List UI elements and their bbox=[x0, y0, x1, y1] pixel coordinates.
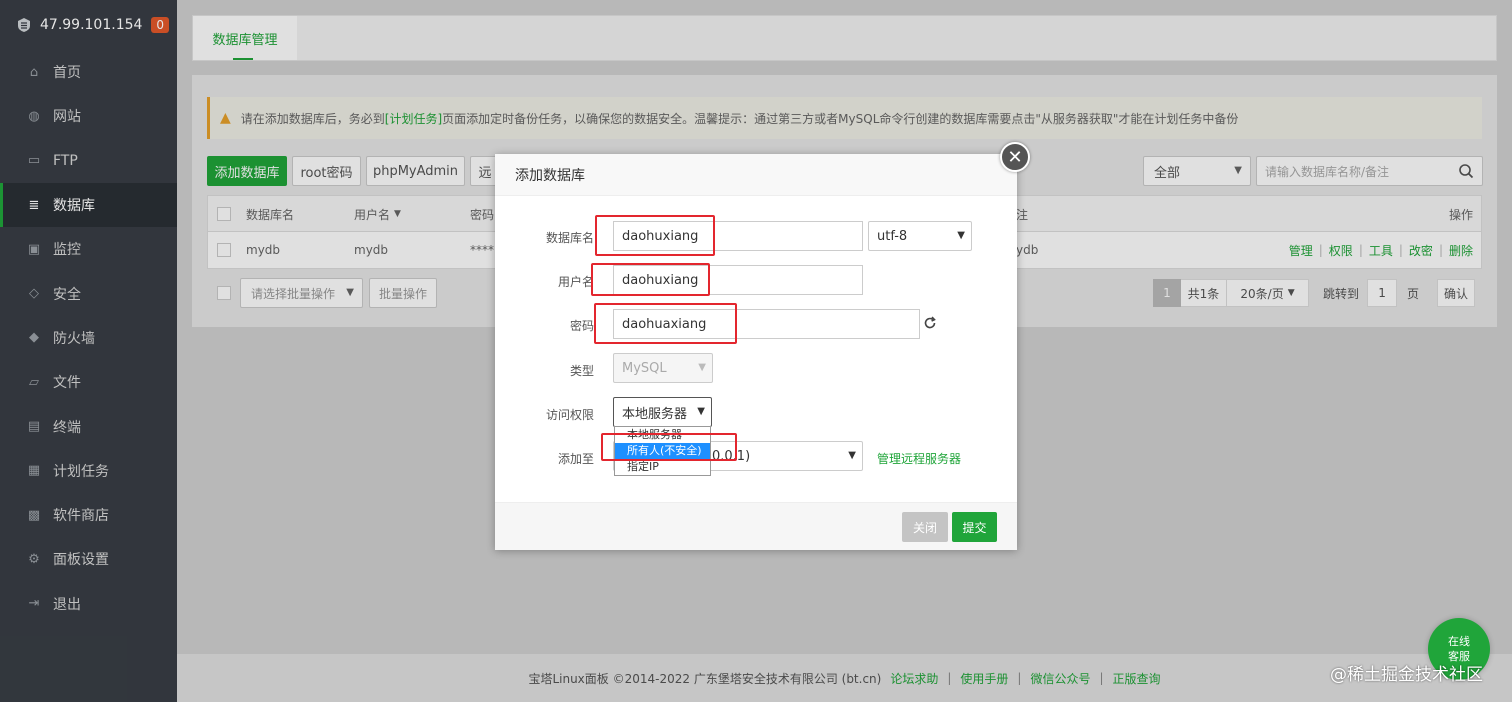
type-label: 类型 bbox=[569, 364, 594, 378]
charset-value: utf-8 bbox=[877, 228, 908, 244]
access-dropdown-list: 本地服务器 所有人(不安全) 指定IP bbox=[614, 426, 711, 476]
dialog-title: 添加数据库 bbox=[495, 154, 1017, 196]
password-input[interactable]: daohuaxiang bbox=[613, 309, 920, 339]
add-database-dialog: 添加数据库 数据库名 daohuxiang utf-8 ▼ 用户名 daohux… bbox=[495, 154, 1017, 550]
access-option-specific-ip[interactable]: 指定IP bbox=[615, 459, 710, 475]
username-label: 用户名 bbox=[557, 275, 594, 289]
chevron-down-icon: ▼ bbox=[697, 406, 705, 417]
username-input[interactable]: daohuxiang bbox=[613, 265, 863, 295]
add-to-label: 添加至 bbox=[557, 452, 594, 466]
type-value: MySQL bbox=[622, 360, 667, 376]
access-select[interactable]: 本地服务器 ▼ bbox=[613, 397, 712, 427]
chevron-down-icon: ▼ bbox=[848, 450, 856, 461]
access-option-local[interactable]: 本地服务器 bbox=[615, 427, 710, 443]
db-name-label: 数据库名 bbox=[545, 231, 594, 245]
dialog-close-icon[interactable]: ✕ bbox=[1000, 142, 1030, 172]
close-button[interactable]: 关闭 bbox=[902, 512, 948, 542]
access-value: 本地服务器 bbox=[622, 406, 688, 422]
db-name-input[interactable]: daohuxiang bbox=[613, 221, 863, 251]
modal-shade-sidebar bbox=[0, 0, 177, 702]
chevron-down-icon: ▼ bbox=[957, 230, 965, 241]
manage-remote-link[interactable]: 管理远程服务器 bbox=[877, 450, 961, 467]
watermark: @稀土掘金技术社区 bbox=[1330, 665, 1483, 685]
charset-select[interactable]: utf-8 ▼ bbox=[868, 221, 972, 251]
refresh-icon[interactable] bbox=[923, 316, 937, 330]
add-to-value: 0.0.1) bbox=[712, 448, 751, 464]
type-select: MySQL ▼ bbox=[613, 353, 713, 383]
submit-button[interactable]: 提交 bbox=[952, 512, 997, 542]
access-option-everyone[interactable]: 所有人(不安全) bbox=[615, 443, 710, 459]
dialog-footer: 关闭 提交 bbox=[495, 502, 1017, 550]
password-label: 密码 bbox=[569, 319, 594, 333]
chat-line-1: 在线 bbox=[1448, 635, 1470, 648]
access-label: 访问权限 bbox=[545, 408, 594, 422]
chevron-down-icon: ▼ bbox=[698, 362, 706, 373]
